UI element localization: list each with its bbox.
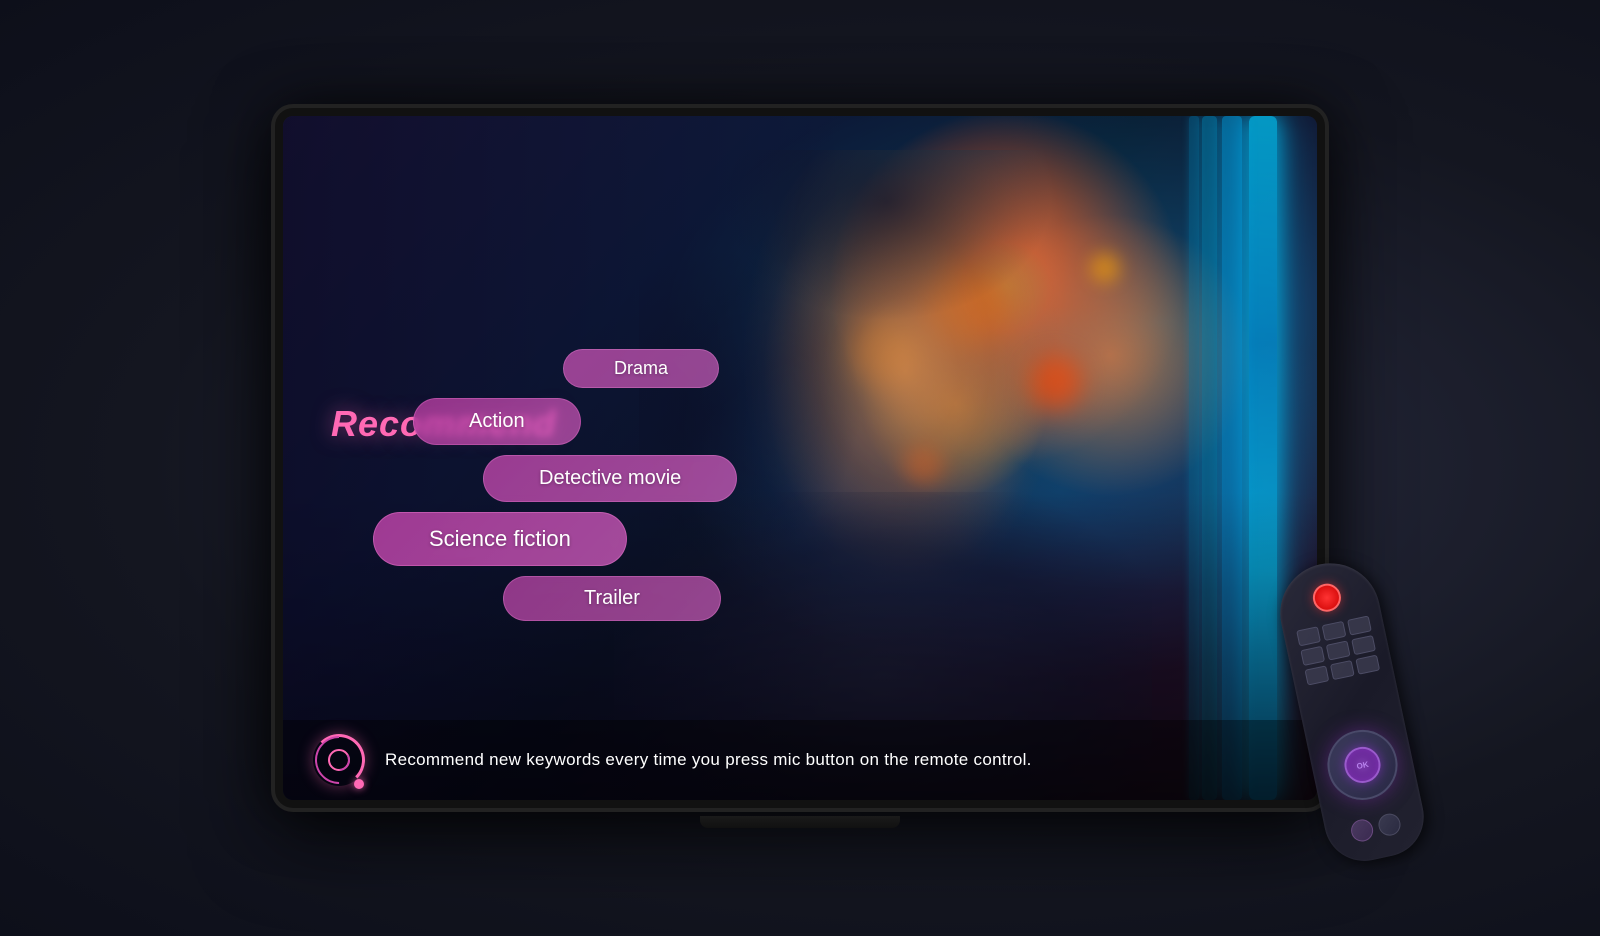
remote-num-7 [1304,665,1329,685]
mic-svg [328,749,350,771]
bottom-bar: Recommend new keywords every time you pr… [283,720,1317,800]
remote-extra-button[interactable] [1376,812,1402,838]
remote-num-9 [1355,655,1380,675]
remote-num-3 [1347,615,1372,635]
remote-num-6 [1351,635,1376,655]
remote-num-4 [1300,646,1325,666]
tag-row-trailer: Trailer [363,576,943,621]
tv-stand [700,816,900,828]
bottom-instruction-text: Recommend new keywords every time you pr… [385,750,1032,770]
tag-row-scifi: Science fiction [363,512,943,566]
remote-num-1 [1296,626,1321,646]
tags-container: Drama Action Detective movie Science fic… [363,349,943,631]
remote-num-2 [1322,621,1347,641]
tag-trailer[interactable]: Trailer [503,576,721,621]
tag-row-detective: Detective movie [363,455,943,502]
remote-wheel-inner[interactable]: OK [1341,744,1384,787]
remote-bottom-buttons [1349,812,1402,844]
tag-scifi[interactable]: Science fiction [373,512,627,566]
tv-container: Recommend Drama Action Detective movie S… [275,108,1325,808]
remote-nav-wheel: OK [1321,723,1404,806]
tag-detective[interactable]: Detective movie [483,455,737,502]
tag-drama[interactable]: Drama [563,349,719,388]
mic-icon [313,734,365,786]
remote-num-5 [1326,640,1351,660]
remote-wheel-outer[interactable]: OK [1321,723,1404,806]
tag-action[interactable]: Action [413,398,581,445]
tv-screen: Recommend Drama Action Detective movie S… [283,116,1317,800]
remote-mic-button[interactable] [1349,817,1375,843]
tag-row-drama: Drama [363,349,943,388]
remote-power-button[interactable] [1310,581,1343,614]
tv-frame: Recommend Drama Action Detective movie S… [275,108,1325,808]
tag-row-action: Action [363,398,943,445]
remote-num-8 [1330,660,1355,680]
mic-dot [354,779,364,789]
remote-numpad [1296,615,1380,685]
